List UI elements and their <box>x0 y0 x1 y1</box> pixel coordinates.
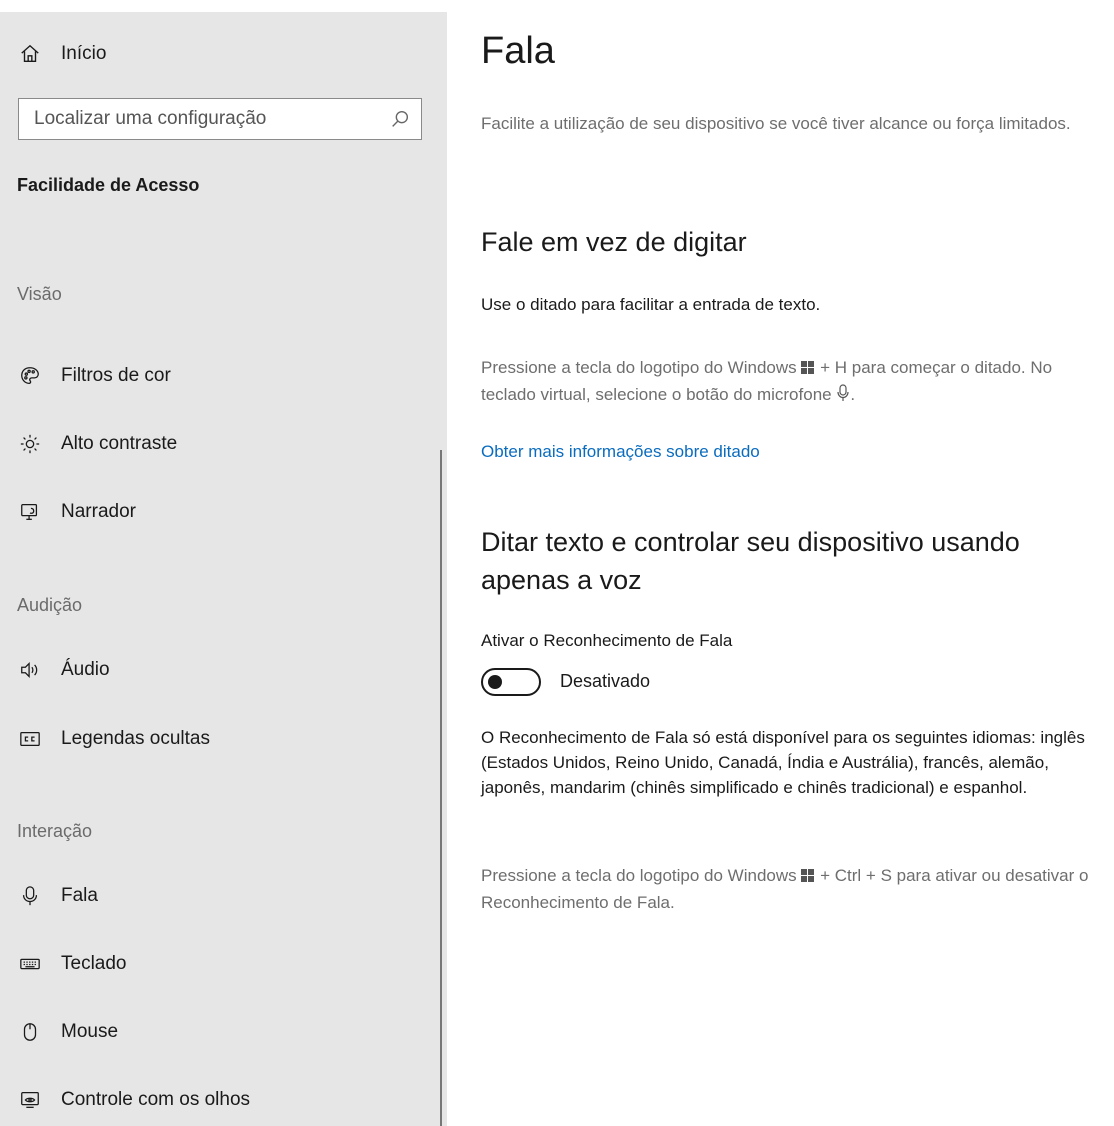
group-label-hearing: Audição <box>17 595 83 615</box>
sidebar-item-label: Início <box>61 43 107 64</box>
dictation-heading: Fale em vez de digitar <box>481 227 747 257</box>
group-label-vision: Visão <box>17 284 62 304</box>
dictation-info-link[interactable]: Obter mais informações sobre ditado <box>481 442 760 462</box>
sidebar-scrollbar[interactable] <box>440 450 442 1126</box>
sidebar-item-label: Teclado <box>61 953 127 974</box>
sidebar-item-label: Fala <box>61 885 98 906</box>
sidebar-item-speech[interactable]: Fala <box>0 876 430 916</box>
shortcut-text: Pressione a tecla do logotipo do Windows <box>481 866 797 885</box>
microphone-icon <box>836 384 850 409</box>
sidebar-item-closed-captions[interactable]: Legendas ocultas <box>0 719 430 759</box>
eye-control-icon <box>18 1088 42 1112</box>
speech-recognition-languages-note: O Reconhecimento de Fala só está disponí… <box>481 728 1085 797</box>
sidebar-item-label: Narrador <box>61 501 136 522</box>
sidebar-item-label: Áudio <box>61 659 110 680</box>
sun-icon <box>18 432 42 456</box>
sidebar-item-label: Filtros de cor <box>61 365 171 386</box>
page-title: Fala <box>481 30 555 72</box>
speech-recognition-shortcut: Pressione a tecla do logotipo do Windows… <box>481 863 1111 915</box>
speech-recognition-toggle[interactable] <box>481 668 541 696</box>
dictation-hint-text: Pressione a tecla do logotipo do Windows <box>481 358 797 377</box>
keyboard-icon <box>18 952 42 976</box>
speech-recognition-toggle-label: Ativar o Reconhecimento de Fala <box>481 631 733 650</box>
sidebar-item-color-filters[interactable]: Filtros de cor <box>0 356 430 396</box>
sidebar-item-narrator[interactable]: Narrador <box>0 492 430 532</box>
palette-icon <box>18 364 42 388</box>
sidebar-item-label: Mouse <box>61 1021 119 1042</box>
section-title: Facilidade de Acesso <box>17 175 200 195</box>
search-box <box>18 98 422 140</box>
narrator-icon <box>18 500 42 524</box>
sidebar-item-keyboard[interactable]: Teclado <box>0 944 430 984</box>
group-label-interaction: Interação <box>17 821 93 841</box>
speaker-icon <box>18 658 42 682</box>
search-icon[interactable] <box>389 108 411 130</box>
toggle-knob <box>488 675 502 689</box>
sidebar-item-mouse[interactable]: Mouse <box>0 1012 430 1052</box>
mouse-icon <box>18 1020 42 1044</box>
speech-recognition-heading: Ditar texto e controlar seu dispositivo … <box>481 527 1020 595</box>
home-icon <box>18 42 42 66</box>
windows-logo-icon <box>801 357 815 382</box>
windows-logo-icon <box>801 865 815 890</box>
sidebar-item-eye-control[interactable]: Controle com os olhos <box>0 1080 430 1120</box>
dictation-hint-text: . <box>850 385 856 404</box>
sidebar-item-label: Legendas ocultas <box>61 728 210 749</box>
sidebar: Início Facilidade de Acesso Visão Filtro… <box>0 12 447 1126</box>
sidebar-item-home[interactable]: Início <box>0 34 430 74</box>
search-input[interactable] <box>19 99 379 139</box>
sidebar-item-label: Alto contraste <box>61 433 178 454</box>
toggle-state-label: Desativado <box>560 671 651 691</box>
sidebar-item-high-contrast[interactable]: Alto contraste <box>0 424 430 464</box>
closed-captions-icon <box>18 727 42 751</box>
dictation-intro: Use o ditado para facilitar a entrada de… <box>481 295 821 314</box>
microphone-icon <box>18 884 42 908</box>
dictation-hint: Pressione a tecla do logotipo do Windows… <box>481 355 1111 409</box>
sidebar-item-audio[interactable]: Áudio <box>0 650 430 690</box>
sidebar-item-label: Controle com os olhos <box>61 1089 251 1110</box>
settings-window: Início Facilidade de Acesso Visão Filtro… <box>0 0 1114 1126</box>
page-description: Facilite a utilização de seu dispositivo… <box>481 114 1071 133</box>
